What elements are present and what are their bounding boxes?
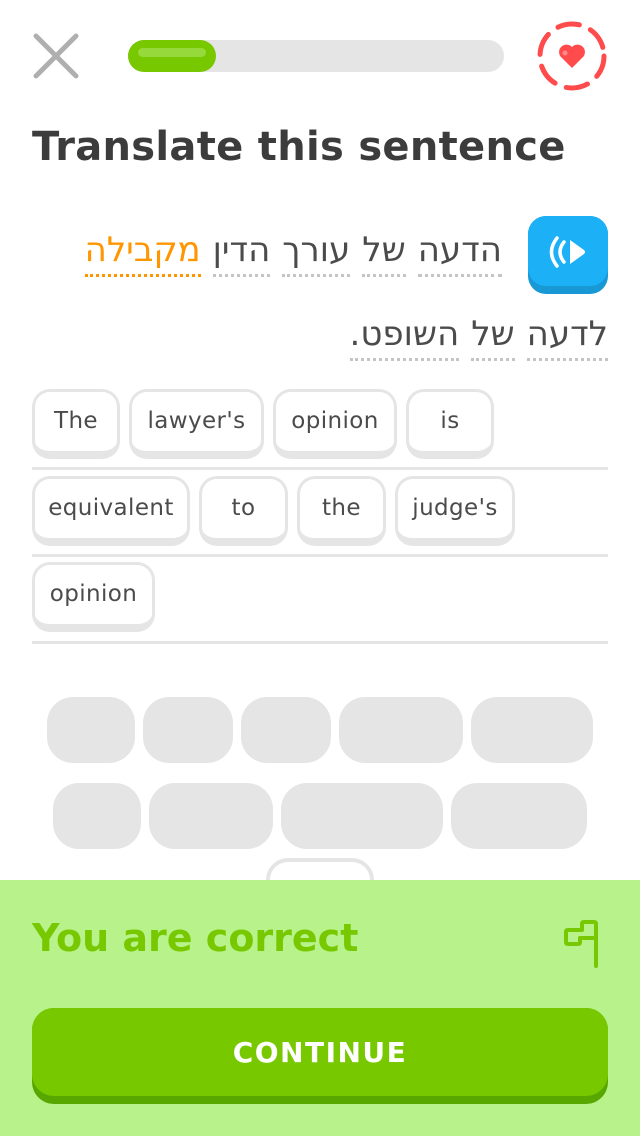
answer-word-chip[interactable]: the: [297, 476, 386, 546]
progress-fill: [128, 40, 216, 72]
word-bank-slot: [53, 783, 141, 849]
close-button[interactable]: [30, 30, 82, 82]
heart-icon: [537, 21, 607, 91]
answer-word-chip[interactable]: opinion: [32, 562, 155, 632]
prompt-word[interactable]: של: [471, 314, 515, 361]
word-bank-slot: [149, 783, 273, 849]
feedback-panel: You are correct CONTINUE: [0, 880, 640, 1136]
result-message: You are correct: [32, 916, 359, 960]
lesson-progress-bar: [128, 40, 504, 72]
answer-line: [32, 641, 608, 644]
answer-word-chip[interactable]: opinion: [273, 389, 397, 459]
flag-icon: [564, 920, 598, 968]
hearts-button[interactable]: [534, 18, 610, 94]
word-bank-slot: [471, 697, 593, 763]
word-bank-slot: [281, 783, 443, 849]
report-button[interactable]: [560, 918, 606, 970]
answer-line: [32, 554, 608, 557]
prompt-word[interactable]: הדעה: [417, 230, 502, 277]
answer-word-chip[interactable]: equivalent: [32, 476, 190, 546]
answer-word-chip[interactable]: to: [199, 476, 288, 546]
prompt-word[interactable]: לדעה: [526, 314, 608, 361]
answer-word-chip[interactable]: judge's: [395, 476, 515, 546]
play-audio-button[interactable]: [528, 216, 608, 294]
word-bank-slot: [339, 697, 463, 763]
prompt-sentence-line-1: הדעהשלעורךהדיןמקבילה: [73, 230, 502, 277]
answer-word-chip[interactable]: The: [32, 389, 120, 459]
word-bank-slot: [241, 697, 331, 763]
page-title: Translate this sentence: [32, 124, 566, 170]
answer-word-chip[interactable]: is: [406, 389, 494, 459]
prompt-word[interactable]: של: [362, 230, 406, 277]
prompt-word[interactable]: עורך: [282, 230, 351, 277]
prompt-sentence-line-2: לדעהשלהשופט.: [349, 314, 608, 361]
answer-word-chip[interactable]: lawyer's: [129, 389, 264, 459]
prompt-new-word[interactable]: מקבילה: [84, 230, 201, 277]
prompt-word[interactable]: הדין: [212, 230, 271, 277]
continue-button[interactable]: CONTINUE: [32, 1008, 608, 1104]
word-bank-slot: [143, 697, 233, 763]
word-bank-slot: [47, 697, 135, 763]
continue-button-label: CONTINUE: [32, 1008, 608, 1096]
progress-shine: [138, 48, 206, 57]
word-bank-slot: [451, 783, 587, 849]
answer-line: [32, 467, 608, 470]
prompt-word[interactable]: השופט.: [349, 314, 460, 361]
speaker-icon: [549, 236, 585, 268]
close-icon: [33, 33, 79, 79]
